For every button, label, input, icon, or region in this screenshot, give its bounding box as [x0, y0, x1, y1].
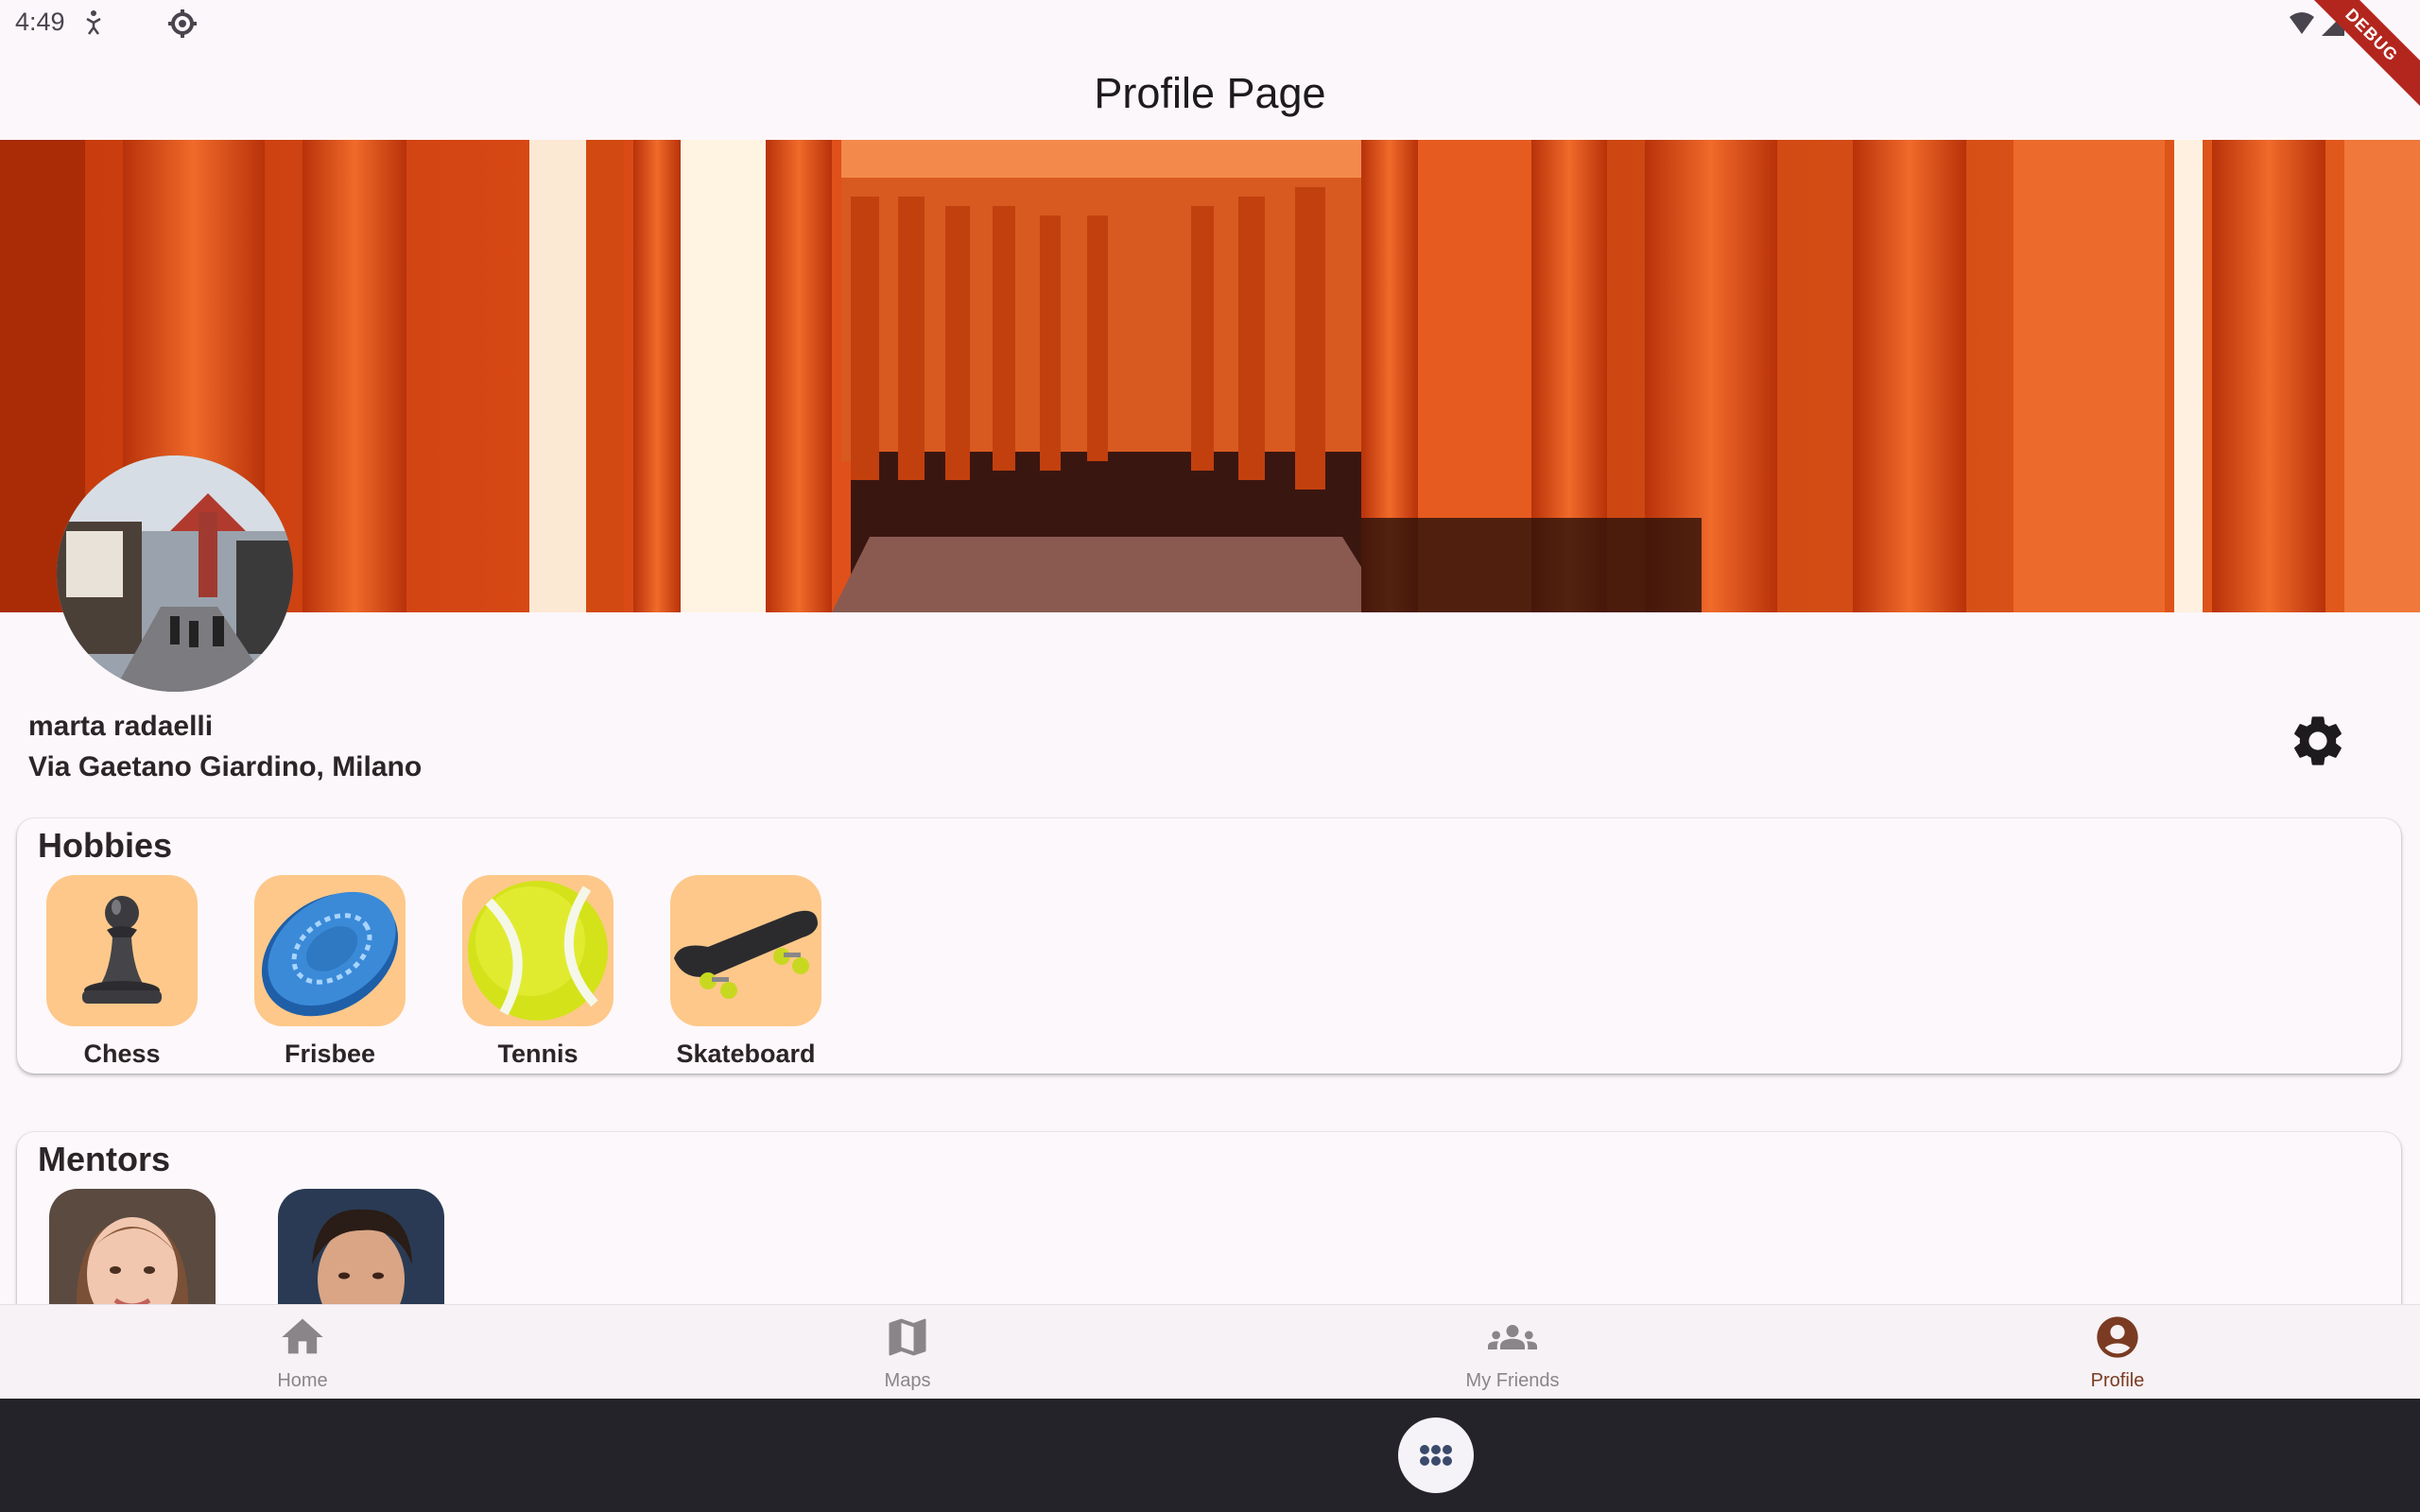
- nav-label: Profile: [2090, 1370, 2145, 1391]
- app-launcher-button[interactable]: [1398, 1418, 1474, 1493]
- hobby-item-skateboard[interactable]: Skateboard: [668, 875, 823, 1069]
- account-circle-icon: [2097, 1316, 2138, 1358]
- nav-item-maps[interactable]: Maps: [813, 1313, 1002, 1392]
- home-icon: [282, 1318, 323, 1354]
- hobby-item-tennis[interactable]: Tennis: [460, 875, 615, 1069]
- hobby-label: Frisbee: [284, 1040, 376, 1068]
- hobby-tile: [46, 875, 198, 1026]
- gear-status-icon: [168, 9, 197, 38]
- chess-pawn-icon: [82, 896, 162, 1004]
- group-icon: [1488, 1325, 1537, 1349]
- page-title: Profile Page: [1094, 69, 1326, 117]
- gear-icon: [2294, 716, 2342, 765]
- skateboard-icon: [674, 910, 818, 999]
- status-time: 4:49: [15, 8, 65, 36]
- user-address: Via Gaetano Giardino, Milano: [28, 751, 423, 782]
- hobby-tile: [670, 875, 821, 1026]
- nav-item-profile[interactable]: Profile: [2023, 1313, 2212, 1392]
- hobbies-card: Hobbies Chess Frisbee Tennis Skateboard: [17, 818, 2401, 1074]
- settings-button[interactable]: [2288, 711, 2348, 771]
- hobby-tile: [462, 875, 614, 1026]
- hobby-label: Tennis: [497, 1040, 579, 1068]
- status-bar: 4:49 DEBUG: [0, 0, 2420, 111]
- nav-item-my-friends[interactable]: My Friends: [1418, 1313, 1607, 1392]
- profile-avatar[interactable]: [57, 455, 293, 692]
- nav-label: My Friends: [1465, 1370, 1560, 1391]
- nav-label: Home: [277, 1370, 328, 1391]
- app-bar: Profile Page: [0, 47, 2420, 140]
- hobby-item-chess[interactable]: Chess: [44, 875, 199, 1069]
- user-name: marta radaelli: [28, 711, 214, 742]
- tennis-ball-icon: [468, 881, 608, 1021]
- system-navigation-bar: [0, 1399, 2420, 1512]
- map-icon: [889, 1318, 926, 1356]
- hobby-item-frisbee[interactable]: Frisbee: [252, 875, 407, 1069]
- hobby-label: Skateboard: [676, 1040, 816, 1068]
- hobby-tile: [254, 875, 406, 1026]
- bottom-navigation: Home Maps My Friends Profile: [0, 1304, 2420, 1399]
- frisbee-icon: [261, 891, 399, 1017]
- cover-photo: [0, 140, 2420, 612]
- apps-grid-icon: [1420, 1445, 1452, 1466]
- nav-item-home[interactable]: Home: [208, 1313, 397, 1392]
- nav-label: Maps: [884, 1370, 931, 1391]
- hobby-label: Chess: [83, 1040, 161, 1068]
- hobbies-title: Hobbies: [38, 826, 173, 865]
- mentors-title: Mentors: [38, 1140, 171, 1178]
- accessibility-icon: [86, 10, 101, 35]
